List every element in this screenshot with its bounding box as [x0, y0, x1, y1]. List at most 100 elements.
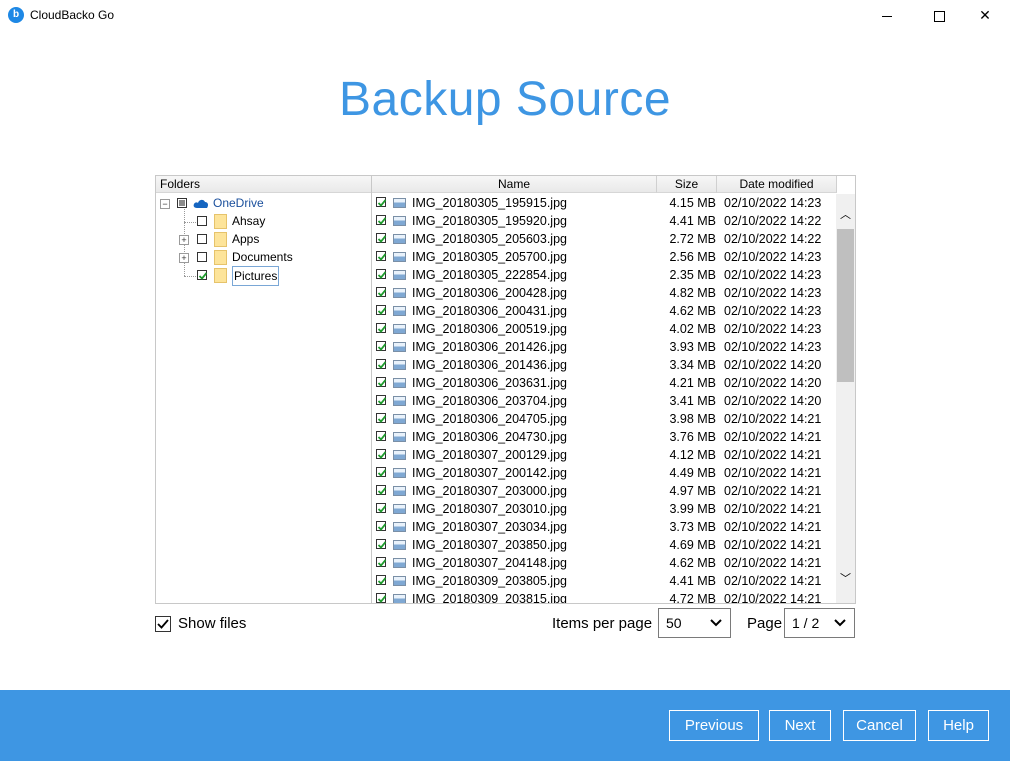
- file-row[interactable]: IMG_20180305_195915.jpg 4.15 MB 02/10/2022…: [372, 194, 838, 212]
- file-checkbox[interactable]: [376, 485, 387, 495]
- scroll-up-button[interactable]: ︿: [836, 206, 855, 224]
- file-checkbox[interactable]: [376, 521, 387, 531]
- next-button[interactable]: Next: [769, 710, 831, 741]
- image-file-icon: [393, 270, 406, 280]
- file-date: 02/10/2022 14:21: [724, 592, 822, 604]
- page-select[interactable]: 1 / 2: [784, 608, 855, 638]
- folder-checkbox[interactable]: [197, 234, 207, 244]
- file-checkbox[interactable]: [376, 305, 387, 315]
- file-checkbox[interactable]: [376, 251, 387, 261]
- tree-item-documents[interactable]: + Documents: [156, 248, 371, 266]
- file-row[interactable]: IMG_20180307_203850.jpg 4.69 MB 02/10/2022…: [372, 536, 838, 554]
- previous-button[interactable]: Previous: [669, 710, 759, 741]
- folder-checkbox[interactable]: [197, 270, 208, 280]
- file-name: IMG_20180305_195920.jpg: [412, 214, 567, 228]
- file-row[interactable]: IMG_20180307_203000.jpg 4.97 MB 02/10/2022…: [372, 482, 838, 500]
- file-checkbox[interactable]: [376, 323, 387, 333]
- tree-item-pictures[interactable]: Pictures: [156, 266, 371, 286]
- file-date: 02/10/2022 14:21: [724, 448, 822, 462]
- help-button[interactable]: Help: [928, 710, 989, 741]
- file-checkbox[interactable]: [376, 413, 387, 423]
- file-row[interactable]: IMG_20180305_195920.jpg 4.41 MB 02/10/2022…: [372, 212, 838, 230]
- tree-item-label: Ahsay: [232, 214, 266, 228]
- column-header-name[interactable]: Name: [372, 176, 657, 193]
- file-row[interactable]: IMG_20180306_200519.jpg 4.02 MB 02/10/2022…: [372, 320, 838, 338]
- image-file-icon: [393, 288, 406, 298]
- file-checkbox[interactable]: [376, 575, 387, 585]
- file-checkbox[interactable]: [376, 377, 387, 387]
- footer-bar: Previous Next Cancel Help: [0, 690, 1010, 761]
- file-row[interactable]: IMG_20180309_203805.jpg 4.41 MB 02/10/2022…: [372, 572, 838, 590]
- file-checkbox[interactable]: [376, 539, 387, 549]
- file-checkbox[interactable]: [376, 395, 387, 405]
- file-row[interactable]: IMG_20180305_205603.jpg 2.72 MB 02/10/2022…: [372, 230, 838, 248]
- file-row[interactable]: IMG_20180306_204705.jpg 3.98 MB 02/10/2022…: [372, 410, 838, 428]
- file-size: 4.97 MB: [669, 484, 716, 498]
- folders-header: Folders: [156, 176, 371, 193]
- file-size: 4.62 MB: [669, 304, 716, 318]
- column-header-date[interactable]: Date modified: [717, 176, 837, 193]
- collapse-icon[interactable]: −: [160, 199, 170, 209]
- file-date: 02/10/2022 14:20: [724, 394, 822, 408]
- show-files-checkbox[interactable]: [155, 616, 171, 632]
- file-row[interactable]: IMG_20180306_203704.jpg 3.41 MB 02/10/2022…: [372, 392, 838, 410]
- file-row[interactable]: IMG_20180306_200428.jpg 4.82 MB 02/10/2022…: [372, 284, 838, 302]
- file-checkbox[interactable]: [376, 359, 387, 369]
- file-checkbox[interactable]: [376, 503, 387, 513]
- page-value: 1 / 2: [792, 615, 820, 631]
- file-checkbox[interactable]: [376, 233, 387, 243]
- folder-icon: [214, 214, 227, 229]
- file-row[interactable]: IMG_20180306_204730.jpg 3.76 MB 02/10/2022…: [372, 428, 838, 446]
- file-date: 02/10/2022 14:21: [724, 538, 822, 552]
- maximize-button[interactable]: [916, 0, 962, 30]
- file-checkbox[interactable]: [376, 557, 387, 567]
- image-file-icon: [393, 522, 406, 532]
- file-row[interactable]: IMG_20180306_203631.jpg 4.21 MB 02/10/2022…: [372, 374, 838, 392]
- file-row[interactable]: IMG_20180306_201436.jpg 3.34 MB 02/10/2022…: [372, 356, 838, 374]
- file-row[interactable]: IMG_20180307_200129.jpg 4.12 MB 02/10/2022…: [372, 446, 838, 464]
- tree-item-apps[interactable]: + Apps: [156, 230, 371, 248]
- file-checkbox[interactable]: [376, 593, 387, 603]
- file-row[interactable]: IMG_20180307_203034.jpg 3.73 MB 02/10/2022…: [372, 518, 838, 536]
- items-per-page-label: Items per page: [552, 615, 653, 632]
- file-row[interactable]: IMG_20180306_201426.jpg 3.93 MB 02/10/2022…: [372, 338, 838, 356]
- file-row[interactable]: IMG_20180305_205700.jpg 2.56 MB 02/10/2022…: [372, 248, 838, 266]
- file-date: 02/10/2022 14:23: [724, 286, 822, 300]
- expand-icon[interactable]: +: [179, 253, 189, 263]
- file-checkbox[interactable]: [376, 215, 387, 225]
- file-checkbox[interactable]: [376, 467, 387, 477]
- file-checkbox[interactable]: [376, 287, 387, 297]
- cloudbacko-logo-icon: b: [8, 7, 24, 23]
- tree-item-onedrive[interactable]: − OneDrive: [156, 194, 371, 212]
- file-row[interactable]: IMG_20180306_200431.jpg 4.62 MB 02/10/2022…: [372, 302, 838, 320]
- file-row[interactable]: IMG_20180307_203010.jpg 3.99 MB 02/10/2022…: [372, 500, 838, 518]
- file-row[interactable]: IMG_20180305_222854.jpg 2.35 MB 02/10/2022…: [372, 266, 838, 284]
- file-row[interactable]: IMG_20180307_200142.jpg 4.49 MB 02/10/2022…: [372, 464, 838, 482]
- image-file-icon: [393, 198, 406, 208]
- file-size: 4.15 MB: [669, 196, 716, 210]
- file-checkbox[interactable]: [376, 341, 387, 351]
- file-checkbox[interactable]: [376, 449, 387, 459]
- items-per-page-select[interactable]: 50: [658, 608, 731, 638]
- file-date: 02/10/2022 14:21: [724, 556, 822, 570]
- minimize-button[interactable]: [864, 0, 910, 30]
- folder-checkbox[interactable]: [197, 216, 207, 226]
- chevron-down-icon: ﹀: [840, 573, 851, 585]
- close-button[interactable]: ✕: [962, 0, 1008, 30]
- tree-item-ahsay[interactable]: Ahsay: [156, 212, 371, 230]
- chevron-down-icon: [710, 609, 722, 647]
- onedrive-checkbox[interactable]: [177, 198, 187, 208]
- file-row[interactable]: IMG_20180309_203815.jpg 4.72 MB 02/10/2022…: [372, 590, 838, 604]
- file-size: 3.76 MB: [669, 430, 716, 444]
- file-checkbox[interactable]: [376, 197, 387, 207]
- file-row[interactable]: IMG_20180307_204148.jpg 4.62 MB 02/10/2022…: [372, 554, 838, 572]
- cancel-button[interactable]: Cancel: [843, 710, 916, 741]
- folder-checkbox[interactable]: [197, 252, 207, 262]
- expand-icon[interactable]: +: [179, 235, 189, 245]
- file-checkbox[interactable]: [376, 269, 387, 279]
- scroll-down-button[interactable]: ﹀: [836, 570, 855, 588]
- file-checkbox[interactable]: [376, 431, 387, 441]
- scrollbar-thumb[interactable]: [837, 229, 854, 382]
- file-name: IMG_20180309_203805.jpg: [412, 574, 567, 588]
- column-header-size[interactable]: Size: [657, 176, 717, 193]
